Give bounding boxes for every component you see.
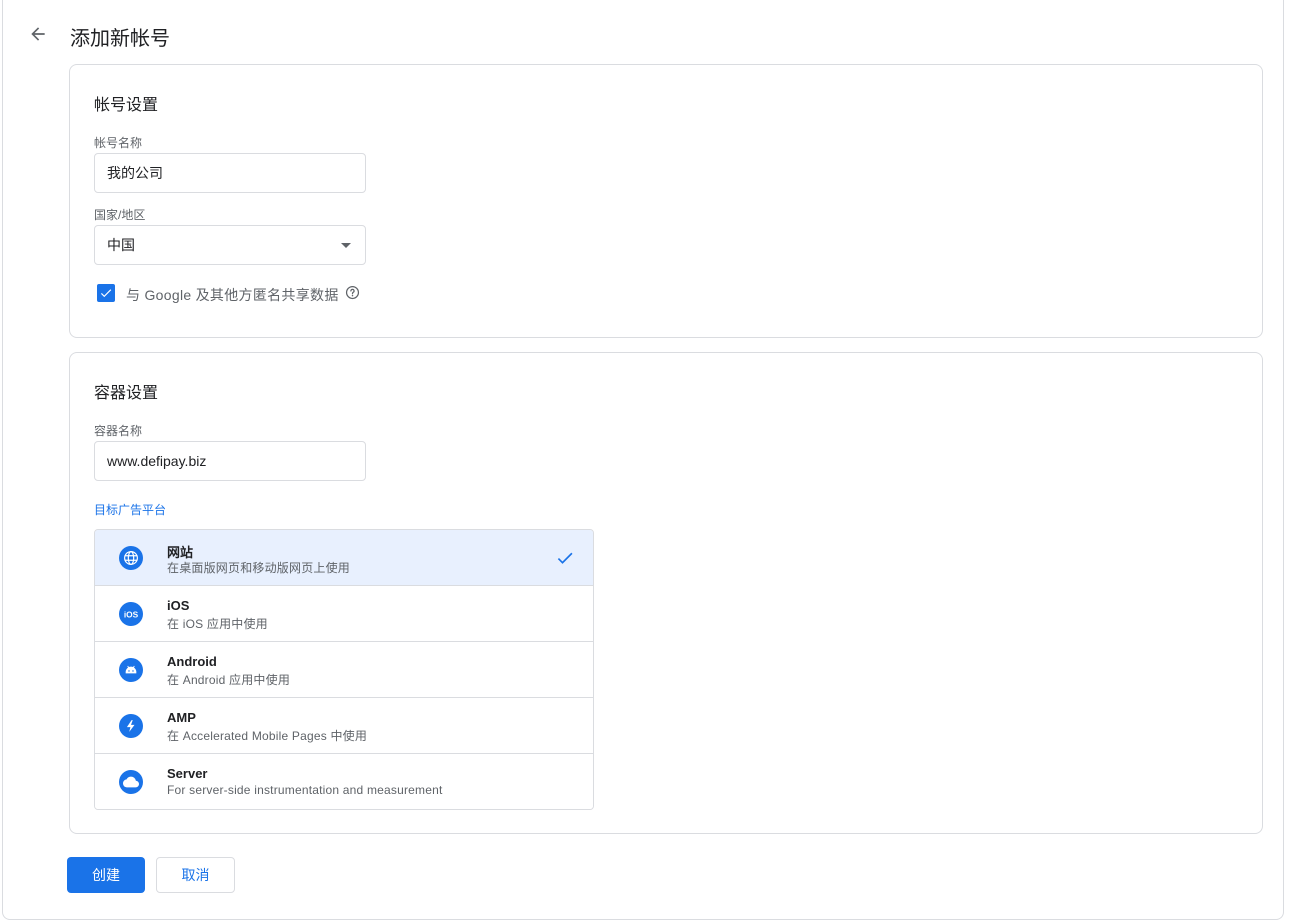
- account-name-value: 我的公司: [107, 165, 163, 181]
- lightning-icon: [119, 714, 143, 738]
- help-icon[interactable]: [345, 285, 360, 305]
- container-name-input[interactable]: www.defipay.biz: [94, 441, 366, 481]
- account-settings-card: 帐号设置 帐号名称 我的公司 国家/地区 中国 与 Google 及其他方匿名共…: [69, 64, 1263, 338]
- platform-name: iOS: [167, 598, 190, 613]
- share-data-label: 与 Google 及其他方匿名共享数据: [126, 287, 339, 303]
- platform-option-ios[interactable]: iOS iOS 在 iOS 应用中使用: [95, 586, 593, 642]
- container-section-title: 容器设置: [94, 385, 159, 402]
- svg-text:iOS: iOS: [124, 609, 139, 619]
- target-platform-label: 目标广告平台: [94, 503, 167, 517]
- platform-description: 在 Accelerated Mobile Pages 中使用: [167, 729, 368, 743]
- share-data-checkbox[interactable]: [97, 284, 115, 302]
- ios-icon: iOS: [119, 602, 143, 626]
- country-value: 中国: [107, 237, 135, 253]
- container-name-label: 容器名称: [94, 424, 143, 438]
- platform-description: 在 Android 应用中使用: [167, 673, 291, 687]
- back-button[interactable]: [23, 19, 53, 49]
- platform-name: AMP: [167, 710, 196, 725]
- country-select[interactable]: 中国: [94, 225, 366, 265]
- android-icon: [119, 658, 143, 682]
- main-panel: 添加新帐号 帐号设置 帐号名称 我的公司 国家/地区 中国 与 Google 及…: [2, 0, 1284, 920]
- globe-icon: [119, 546, 143, 570]
- country-label: 国家/地区: [94, 208, 146, 222]
- page-title: 添加新帐号: [70, 28, 170, 50]
- account-name-label: 帐号名称: [94, 136, 143, 150]
- platform-description: 在 iOS 应用中使用: [167, 617, 268, 631]
- account-section-title: 帐号设置: [94, 97, 159, 114]
- cancel-button[interactable]: 取消: [156, 857, 235, 893]
- platform-option-amp[interactable]: AMP 在 Accelerated Mobile Pages 中使用: [95, 698, 593, 754]
- arrow-back-icon: [31, 27, 45, 41]
- platform-name: Android: [167, 654, 217, 669]
- platform-list: 网站 在桌面版网页和移动版网页上使用 iOS iOS 在 iOS 应用中使用 A…: [94, 529, 594, 810]
- account-name-input[interactable]: 我的公司: [94, 153, 366, 193]
- container-name-value: www.defipay.biz: [107, 453, 207, 469]
- platform-description: 在桌面版网页和移动版网页上使用: [167, 561, 351, 575]
- dropdown-arrow-icon: [341, 243, 351, 248]
- platform-option-web[interactable]: 网站 在桌面版网页和移动版网页上使用: [95, 530, 593, 586]
- container-settings-card: 容器设置 容器名称 www.defipay.biz 目标广告平台 网站 在桌面版…: [69, 352, 1263, 834]
- check-icon: [100, 289, 112, 298]
- platform-option-android[interactable]: Android 在 Android 应用中使用: [95, 642, 593, 698]
- platform-option-server[interactable]: Server For server-side instrumentation a…: [95, 754, 593, 809]
- platform-description: For server-side instrumentation and meas…: [167, 783, 443, 797]
- platform-name: Server: [167, 766, 208, 781]
- selected-check-icon: [555, 548, 575, 573]
- cloud-icon: [119, 770, 143, 794]
- create-button[interactable]: 创建: [67, 857, 145, 893]
